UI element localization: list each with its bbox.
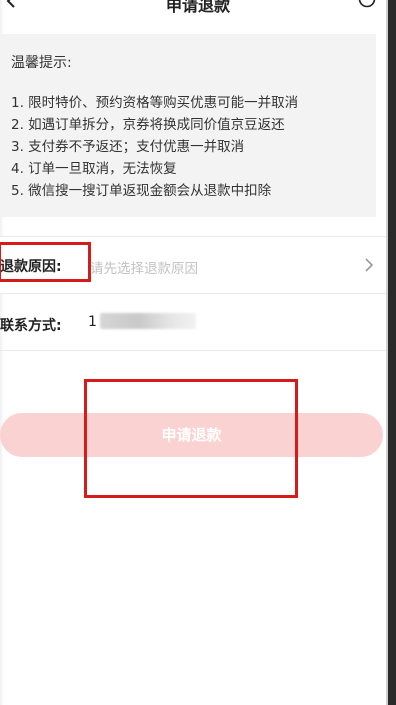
page-title: 申请退款 [165, 0, 230, 15]
contact-label: 联系方式: [0, 318, 62, 334]
tips-list: 1. 限时特价、预约资格等购买优惠可能一并取消 2. 如遇订单拆分，京券将换成同… [11, 92, 298, 202]
top-nav-bar: 申请退款 [0, 0, 396, 18]
refund-reason-placeholder[interactable]: 请先选择退款原因 [90, 257, 198, 277]
tips-title: 温馨提示: [11, 55, 72, 71]
help-circle-icon[interactable] [358, 0, 376, 8]
refund-reason-row[interactable]: 退款原因: 请先选择退款原因 [0, 237, 388, 293]
tip-item: 4. 订单一旦取消，无法恢复 [11, 161, 177, 177]
tip-item: 5. 微信搜一搜订单返现金额会从退款中扣除 [11, 183, 272, 199]
refund-reason-label: 退款原因: [0, 259, 62, 275]
redacted-phone-blur [100, 313, 196, 329]
right-frame-edge [386, 0, 396, 705]
tip-item: 3. 支付券不予返还；支付优惠一并取消 [11, 139, 245, 155]
tips-panel: 温馨提示: 1. 限时特价、预约资格等购买优惠可能一并取消 2. 如遇订单拆分，… [0, 34, 376, 217]
contact-phone-value[interactable]: 1 [88, 314, 97, 330]
divider [0, 350, 388, 351]
apply-refund-button[interactable]: 申请退款 [0, 413, 383, 457]
tip-item: 1. 限时特价、预约资格等购买优惠可能一并取消 [11, 95, 299, 111]
tip-item: 2. 如遇订单拆分，京券将换成同价值京豆返还 [11, 117, 285, 133]
contact-row: 联系方式: 1 [0, 294, 388, 350]
chevron-right-icon[interactable] [364, 258, 374, 272]
